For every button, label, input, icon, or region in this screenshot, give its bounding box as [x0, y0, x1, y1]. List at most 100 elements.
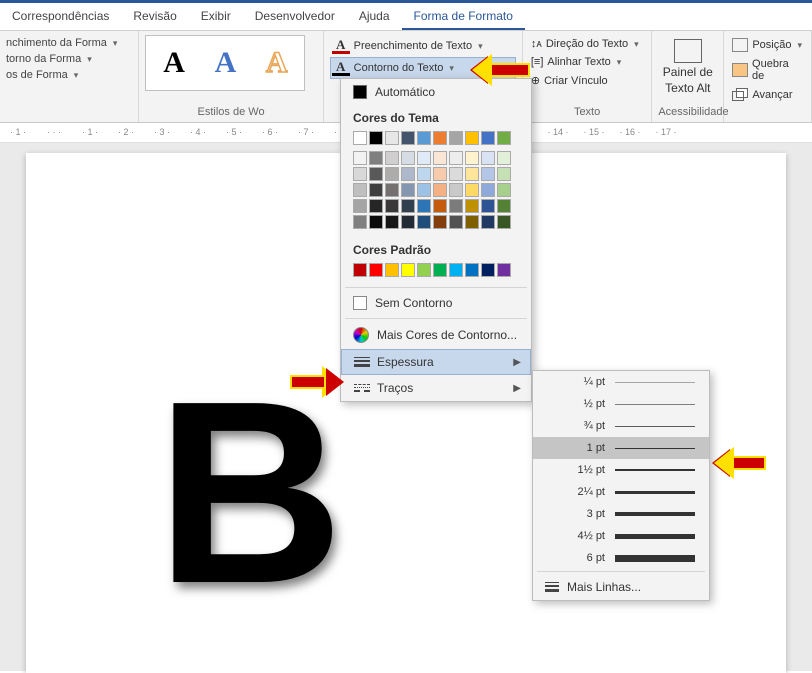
color-swatch[interactable]: [449, 215, 463, 229]
color-swatch[interactable]: [369, 215, 383, 229]
create-link-button[interactable]: ⊕Criar Vínculo: [529, 71, 645, 90]
color-swatch[interactable]: [417, 199, 431, 213]
color-swatch[interactable]: [369, 151, 383, 165]
text-direction-button[interactable]: ↕ᴀDireção do Texto▾: [529, 35, 645, 53]
color-swatch[interactable]: [369, 183, 383, 197]
wordart-letter[interactable]: B: [156, 363, 344, 623]
weight-075pt[interactable]: ¾ pt: [533, 415, 709, 437]
color-swatch[interactable]: [497, 183, 511, 197]
color-swatch[interactable]: [497, 215, 511, 229]
weight-025pt[interactable]: ¼ pt: [533, 371, 709, 393]
color-swatch[interactable]: [433, 183, 447, 197]
color-swatch[interactable]: [417, 215, 431, 229]
tab-review[interactable]: Revisão: [121, 3, 188, 30]
color-swatch[interactable]: [497, 199, 511, 213]
color-swatch[interactable]: [417, 183, 431, 197]
color-swatch[interactable]: [417, 131, 431, 145]
color-swatch[interactable]: [449, 183, 463, 197]
color-swatch[interactable]: [417, 263, 431, 277]
more-outline-colors-item[interactable]: Mais Cores de Contorno...: [341, 321, 531, 349]
color-swatch[interactable]: [369, 199, 383, 213]
shape-fill-button[interactable]: nchimento da Forma▾: [6, 35, 132, 51]
color-swatch[interactable]: [353, 199, 367, 213]
color-swatch[interactable]: [481, 215, 495, 229]
color-swatch[interactable]: [385, 263, 399, 277]
color-swatch[interactable]: [401, 263, 415, 277]
color-swatch[interactable]: [465, 215, 479, 229]
dashes-submenu-item[interactable]: Traços ▶: [341, 375, 531, 401]
color-swatch[interactable]: [433, 151, 447, 165]
color-swatch[interactable]: [401, 131, 415, 145]
weight-1pt[interactable]: 1 pt: [533, 437, 709, 459]
color-swatch[interactable]: [385, 183, 399, 197]
color-swatch[interactable]: [433, 215, 447, 229]
tab-developer[interactable]: Desenvolvedor: [243, 3, 347, 30]
color-swatch[interactable]: [401, 183, 415, 197]
weight-15pt[interactable]: 1½ pt: [533, 459, 709, 481]
color-swatch[interactable]: [465, 167, 479, 181]
color-swatch[interactable]: [481, 183, 495, 197]
color-swatch[interactable]: [433, 131, 447, 145]
color-swatch[interactable]: [401, 167, 415, 181]
color-swatch[interactable]: [465, 151, 479, 165]
wordart-style-3[interactable]: A: [254, 40, 300, 86]
tab-view[interactable]: Exibir: [189, 3, 243, 30]
color-swatch[interactable]: [433, 263, 447, 277]
tab-help[interactable]: Ajuda: [347, 3, 402, 30]
color-swatch[interactable]: [417, 151, 431, 165]
weight-45pt[interactable]: 4½ pt: [533, 525, 709, 547]
color-swatch[interactable]: [401, 199, 415, 213]
color-swatch[interactable]: [369, 263, 383, 277]
color-swatch[interactable]: [481, 167, 495, 181]
color-swatch[interactable]: [481, 151, 495, 165]
color-swatch[interactable]: [465, 183, 479, 197]
color-swatch[interactable]: [465, 131, 479, 145]
color-swatch[interactable]: [353, 131, 367, 145]
color-swatch[interactable]: [385, 199, 399, 213]
color-swatch[interactable]: [353, 167, 367, 181]
color-swatch[interactable]: [401, 151, 415, 165]
bring-forward-button[interactable]: Avançar: [730, 85, 805, 105]
position-button[interactable]: Posição▾: [730, 35, 805, 55]
color-swatch[interactable]: [385, 131, 399, 145]
color-swatch[interactable]: [481, 263, 495, 277]
color-swatch[interactable]: [449, 167, 463, 181]
color-swatch[interactable]: [353, 215, 367, 229]
color-swatch[interactable]: [449, 263, 463, 277]
color-swatch[interactable]: [449, 151, 463, 165]
color-swatch[interactable]: [465, 199, 479, 213]
color-swatch[interactable]: [417, 167, 431, 181]
color-swatch[interactable]: [385, 167, 399, 181]
color-swatch[interactable]: [353, 263, 367, 277]
alt-text-pane-button[interactable]: Painel de Texto Alt: [658, 35, 717, 95]
wrap-text-button[interactable]: Quebra de: [730, 55, 805, 85]
wordart-style-1[interactable]: A: [151, 40, 197, 86]
color-swatch[interactable]: [497, 131, 511, 145]
color-swatch[interactable]: [481, 131, 495, 145]
shape-outline-button[interactable]: torno da Forma▾: [6, 51, 132, 67]
tab-shape-format[interactable]: Forma de Formato: [402, 3, 525, 30]
color-swatch[interactable]: [401, 215, 415, 229]
color-swatch[interactable]: [433, 199, 447, 213]
color-swatch[interactable]: [369, 167, 383, 181]
tab-mailings[interactable]: Correspondências: [0, 3, 121, 30]
color-swatch[interactable]: [385, 215, 399, 229]
weight-05pt[interactable]: ½ pt: [533, 393, 709, 415]
align-text-button[interactable]: [≡]Alinhar Texto▾: [529, 53, 645, 71]
wordart-gallery[interactable]: A A A: [145, 35, 305, 91]
color-swatch[interactable]: [497, 263, 511, 277]
weight-3pt[interactable]: 3 pt: [533, 503, 709, 525]
shape-effects-button[interactable]: os de Forma▾: [6, 67, 132, 83]
weight-225pt[interactable]: 2¼ pt: [533, 481, 709, 503]
color-swatch[interactable]: [497, 167, 511, 181]
color-swatch[interactable]: [481, 199, 495, 213]
color-swatch[interactable]: [465, 263, 479, 277]
color-swatch[interactable]: [385, 151, 399, 165]
color-swatch[interactable]: [353, 151, 367, 165]
wordart-style-2[interactable]: A: [202, 40, 248, 86]
more-lines-item[interactable]: Mais Linhas...: [533, 574, 709, 600]
color-swatch[interactable]: [497, 151, 511, 165]
weight-6pt[interactable]: 6 pt: [533, 547, 709, 569]
color-swatch[interactable]: [369, 131, 383, 145]
color-swatch[interactable]: [449, 131, 463, 145]
